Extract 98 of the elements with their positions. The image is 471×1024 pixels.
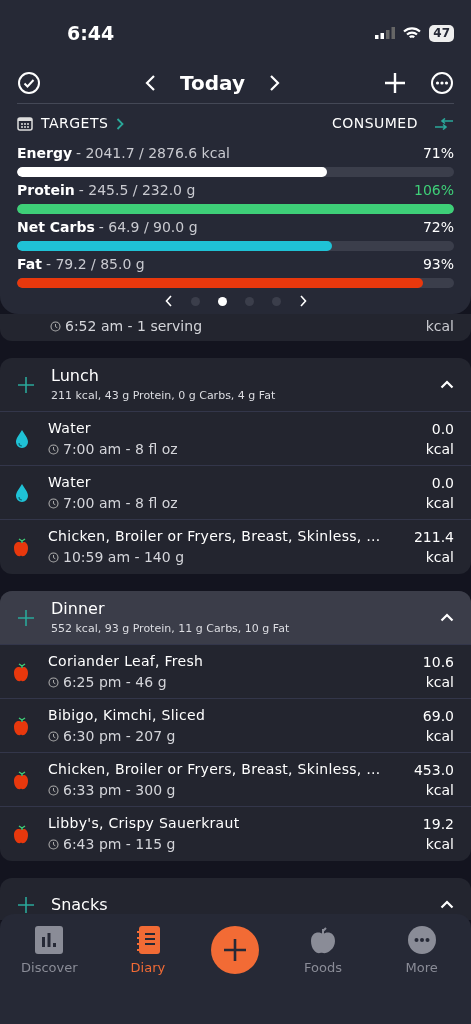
nutrient-amount: - 79.2 / 85.0 g bbox=[45, 255, 145, 274]
calendar-icon bbox=[17, 116, 33, 131]
bar-chart-icon bbox=[35, 926, 64, 954]
entry-detail: 6:52 am - 1 serving bbox=[65, 317, 202, 336]
calorie-unit: kcal bbox=[424, 672, 454, 692]
calorie-value: 69.0 bbox=[422, 706, 454, 726]
checkmark-circle-icon[interactable] bbox=[17, 70, 41, 95]
clock-icon bbox=[48, 839, 59, 850]
apple-icon bbox=[13, 537, 31, 557]
tab-bar-item[interactable]: Discover bbox=[14, 926, 85, 978]
food-entry[interactable]: Libby's, Crispy Sauerkraut 6:43 pm - 115 g 19.2 kcal bbox=[0, 807, 471, 861]
water-drop-icon bbox=[14, 428, 30, 449]
nutrient-percent: 72% bbox=[422, 218, 454, 237]
food-name: Chicken, Broiler or Fryers, Breast, Skinless, … bbox=[48, 759, 382, 779]
battery-level: 47 bbox=[429, 24, 454, 42]
clock-icon bbox=[48, 552, 59, 563]
nutrient-name: Net Carbs bbox=[17, 218, 95, 237]
entry-detail: 6:25 pm - 46 g bbox=[63, 672, 167, 692]
entry-detail: 6:30 pm - 207 g bbox=[63, 726, 176, 746]
calorie-value: 0.0 bbox=[430, 419, 454, 439]
nutrient-percent: 71% bbox=[422, 144, 454, 163]
meal-header[interactable]: Dinner 552 kcal, 93 g Protein, 11 g Carbs, 10 g Fat bbox=[0, 591, 471, 645]
nutrient-amount: - 2041.7 / 2876.6 kcal bbox=[76, 144, 230, 163]
chevron-up-icon[interactable] bbox=[440, 380, 454, 389]
add-button[interactable] bbox=[211, 926, 260, 974]
food-name: Libby's, Crispy Sauerkraut bbox=[48, 814, 241, 833]
apple-icon bbox=[13, 715, 31, 736]
signal-icon bbox=[375, 27, 396, 39]
more-icon[interactable] bbox=[430, 70, 454, 95]
date-title: Today bbox=[180, 69, 245, 97]
calorie-value: 211.4 bbox=[413, 528, 454, 547]
meal-summary: 211 kcal, 43 g Protein, 0 g Carbs, 4 g Fat bbox=[51, 388, 277, 405]
food-entry[interactable]: Chicken, Broiler or Fryers, Breast, Skinless, … 10:59 am - 140 g 211.4 kcal bbox=[0, 520, 471, 574]
entry-detail: 7:00 am - 8 fl oz bbox=[63, 439, 178, 459]
calorie-value: 10.6 bbox=[422, 652, 454, 672]
apple-icon bbox=[13, 661, 31, 682]
calorie-value: 19.2 bbox=[422, 815, 454, 834]
food-name: Bibigo, Kimchi, Sliced bbox=[48, 705, 207, 725]
apple-icon bbox=[310, 926, 337, 954]
notebook-icon bbox=[135, 926, 160, 954]
swap-arrows-icon[interactable] bbox=[434, 117, 454, 130]
nutrient-percent: 93% bbox=[422, 255, 454, 274]
food-entry[interactable]: Chicken, Broiler or Fryers, Breast, Skinless, … 6:33 pm - 300 g 453.0 kcal bbox=[0, 753, 471, 807]
food-entry[interactable]: Water 7:00 am - 8 fl oz 0.0 kcal bbox=[0, 412, 471, 466]
water-drop-icon bbox=[14, 482, 30, 503]
calorie-unit: kcal bbox=[425, 493, 454, 513]
food-name: Coriander Leaf, Fresh bbox=[48, 651, 205, 671]
nutrient-amount: - 245.5 / 232.0 g bbox=[78, 181, 196, 200]
more-icon bbox=[407, 926, 436, 954]
tab-bar-item[interactable]: More bbox=[386, 926, 457, 978]
consumed-label[interactable]: CONSUMED bbox=[331, 113, 418, 134]
entry-detail: 6:43 pm - 115 g bbox=[63, 835, 176, 854]
page-dot[interactable] bbox=[217, 296, 227, 306]
tab-bar-item[interactable]: Foods bbox=[288, 926, 359, 978]
clock-icon bbox=[48, 676, 59, 688]
calorie-unit: kcal bbox=[425, 439, 454, 459]
nutrient-name: Fat bbox=[17, 255, 42, 274]
tab-bar-item[interactable]: Diary bbox=[112, 926, 183, 978]
calorie-unit: kcal bbox=[425, 317, 454, 336]
apple-icon bbox=[13, 824, 31, 844]
apple-icon bbox=[13, 769, 31, 790]
chevron-left-icon[interactable] bbox=[144, 73, 156, 92]
status-time: 6:44 bbox=[67, 20, 115, 46]
food-name: Water bbox=[48, 472, 92, 492]
food-entry[interactable]: Bibigo, Kimchi, Sliced 6:30 pm - 207 g 69.0 kcal bbox=[0, 699, 471, 753]
calorie-value: 453.0 bbox=[413, 760, 454, 780]
meal-name: Dinner bbox=[51, 598, 106, 621]
calorie-unit: kcal bbox=[424, 548, 454, 567]
nutrient-name: Protein bbox=[17, 181, 75, 200]
food-name: Chicken, Broiler or Fryers, Breast, Skinless, … bbox=[48, 527, 382, 546]
targets-label[interactable]: TARGETS bbox=[41, 113, 109, 134]
clock-icon bbox=[48, 784, 59, 796]
nutrient-percent: 106% bbox=[413, 181, 454, 200]
nutrient-name: Energy bbox=[17, 144, 73, 163]
chevron-up-icon[interactable] bbox=[440, 613, 454, 622]
calorie-unit: kcal bbox=[424, 780, 454, 800]
meal-header[interactable]: Lunch 211 kcal, 43 g Protein, 0 g Carbs, 4 g Fat bbox=[0, 358, 471, 412]
meal-name: Snacks bbox=[51, 893, 109, 916]
clock-icon bbox=[48, 443, 59, 455]
calorie-unit: kcal bbox=[424, 726, 454, 746]
food-entry[interactable]: Water 7:00 am - 8 fl oz 0.0 kcal bbox=[0, 466, 471, 520]
entry-detail: 10:59 am - 140 g bbox=[63, 548, 185, 567]
calorie-value: 0.0 bbox=[430, 473, 454, 493]
nutrient-amount: - 64.9 / 90.0 g bbox=[98, 218, 198, 237]
entry-detail: 7:00 am - 8 fl oz bbox=[63, 493, 178, 513]
clock-icon bbox=[48, 730, 59, 742]
meal-name: Lunch bbox=[51, 365, 100, 388]
food-entry[interactable]: Coriander Leaf, Fresh 6:25 pm - 46 g 10.6 kcal bbox=[0, 645, 471, 699]
plus-icon bbox=[223, 938, 248, 962]
food-name: Water bbox=[48, 418, 92, 438]
chevron-left-icon[interactable] bbox=[164, 295, 173, 307]
entry-detail: 6:33 pm - 300 g bbox=[63, 780, 176, 800]
clock-icon bbox=[48, 497, 59, 509]
calorie-unit: kcal bbox=[424, 835, 454, 854]
meal-summary: 552 kcal, 93 g Protein, 11 g Carbs, 10 g Fat bbox=[51, 621, 291, 638]
chevron-up-icon[interactable] bbox=[440, 900, 454, 909]
wifi-icon bbox=[403, 26, 422, 40]
clock-icon bbox=[50, 321, 61, 332]
